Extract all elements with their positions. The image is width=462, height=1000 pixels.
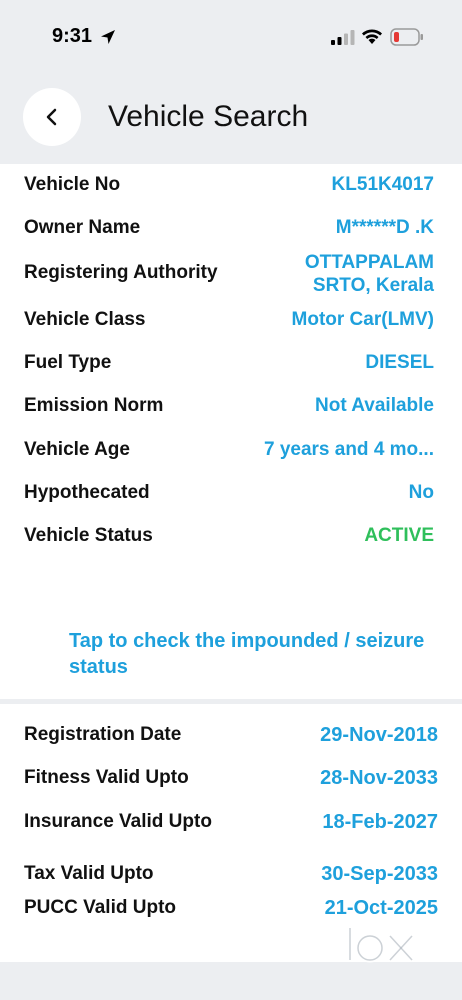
validity-label: Insurance Valid Upto xyxy=(24,811,212,832)
validity-label: PUCC Valid Upto xyxy=(24,897,177,918)
impound-status-link[interactable]: Tap to check the impounded / seizure sta… xyxy=(69,628,429,680)
header: Vehicle Search xyxy=(0,72,462,164)
validity-label: Registration Date xyxy=(24,724,182,745)
detail-value: Not Available xyxy=(315,395,434,416)
validity-value: 29-Nov-2018 xyxy=(320,724,438,746)
olx-watermark-logo xyxy=(347,928,414,963)
detail-label: Owner Name xyxy=(24,217,141,238)
page-title: Vehicle Search xyxy=(108,100,309,133)
detail-label: Registering Authority xyxy=(24,262,218,283)
location-arrow-icon xyxy=(101,30,115,44)
detail-label: Vehicle Age xyxy=(24,439,130,460)
battery-low-icon xyxy=(390,28,423,46)
detail-value: M******D .K xyxy=(335,217,434,238)
detail-label: Fuel Type xyxy=(24,352,112,373)
validity-value: 21-Oct-2025 xyxy=(324,897,438,919)
status-badge: ACTIVE xyxy=(364,525,434,546)
validity-label: Fitness Valid Upto xyxy=(24,767,189,788)
detail-label: Emission Norm xyxy=(24,395,164,416)
back-button[interactable] xyxy=(23,88,81,146)
detail-value: OTTAPPALAM SRTO, Kerala xyxy=(304,252,434,296)
detail-value: 7 years and 4 mo... xyxy=(263,439,434,460)
wifi-icon xyxy=(362,29,382,44)
status-bar: 9:31 xyxy=(0,0,462,72)
validity-label: Tax Valid Upto xyxy=(24,863,154,884)
vehicle-details-card: Vehicle No KL51K4017 Owner Name M******D… xyxy=(0,164,462,699)
validity-value: 30-Sep-2033 xyxy=(321,863,438,885)
detail-label: Vehicle Status xyxy=(24,525,153,546)
validity-value: 28-Nov-2033 xyxy=(320,767,438,789)
detail-value: DIESEL xyxy=(365,352,434,373)
validity-value: 18-Feb-2027 xyxy=(322,811,438,833)
chevron-left-icon xyxy=(46,108,57,126)
detail-label: Vehicle No xyxy=(24,174,121,195)
detail-label: Hypothecated xyxy=(24,482,150,503)
detail-value: No xyxy=(408,482,434,503)
detail-value: KL51K4017 xyxy=(331,174,434,195)
cellular-signal-icon xyxy=(331,30,355,45)
detail-value: Motor Car(LMV) xyxy=(291,309,434,330)
clock-time: 9:31 xyxy=(52,25,93,47)
detail-label: Vehicle Class xyxy=(24,309,146,330)
